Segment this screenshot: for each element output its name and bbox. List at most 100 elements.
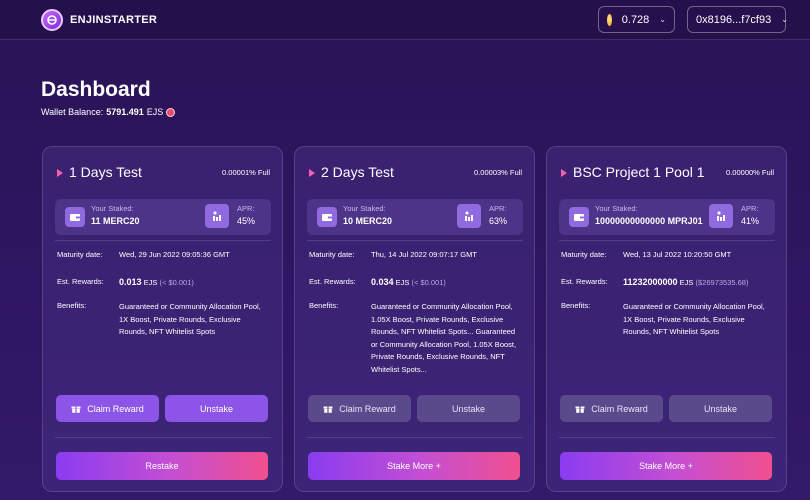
pool-card-header: 1 Days Test (57, 164, 142, 180)
rewards-row: Est. Rewards: 11232000000 EJS ($26973535… (561, 277, 748, 287)
pool-name: 1 Days Test (69, 164, 142, 180)
enjinstarter-logo-icon (41, 9, 63, 31)
benefits-row: Benefits: Guaranteed or Community Alloca… (561, 301, 773, 339)
apr-value: 41% (741, 216, 760, 226)
brand-logo[interactable]: ENJINSTARTER (41, 9, 157, 31)
divider (55, 240, 271, 241)
apr-value: 63% (489, 216, 508, 226)
divider (307, 240, 523, 241)
benefits-label: Benefits: (561, 301, 591, 310)
benefits-text: Guaranteed or Community Allocation Pool,… (119, 302, 261, 336)
stake-more-button[interactable]: Stake More + (308, 452, 520, 480)
rewards-label: Est. Rewards: (309, 277, 356, 286)
maturity-row: Maturity date: Thu, 14 Jul 2022 09:07:17… (309, 250, 477, 259)
page-title: Dashboard (41, 78, 151, 101)
benefits-row: Benefits: Guaranteed or Community Alloca… (309, 301, 521, 376)
pool-card: BSC Project 1 Pool 1 0.00000% Full Your … (546, 146, 787, 492)
staked-value: 11 MERC20 (91, 216, 140, 226)
gift-icon (323, 406, 333, 413)
wallet-icon (65, 207, 85, 227)
pool-card-header: 2 Days Test (309, 164, 394, 180)
triangle-marker-icon (57, 169, 63, 177)
rewards-value: 0.034 EJS (< $0.001) (371, 277, 446, 287)
pool-card-header: BSC Project 1 Pool 1 (561, 164, 705, 180)
staked-value: 10 MERC20 (343, 216, 393, 226)
rewards-label: Est. Rewards: (57, 277, 104, 286)
stake-more-button[interactable]: Stake More + (560, 452, 772, 480)
top-navbar: ENJINSTARTER 0.728 ⌄ 0x8196...f7cf93 ⌄ (0, 0, 810, 40)
staked-label: Your Staked: (595, 204, 638, 213)
wallet-icon (569, 207, 589, 227)
apr-chart-icon (205, 204, 229, 228)
benefits-label: Benefits: (57, 301, 87, 310)
apr-label: APR: (741, 204, 759, 213)
staked-label: Your Staked: (343, 204, 386, 213)
pool-fill-percent: 0.00003% Full (474, 168, 522, 177)
apr-chart-icon (709, 204, 733, 228)
wallet-address-value: 0x8196...f7cf93 (696, 13, 772, 26)
gift-icon (71, 406, 81, 413)
maturity-row: Maturity date: Wed, 13 Jul 2022 10:20:50… (561, 250, 731, 259)
restake-button[interactable]: Restake (56, 452, 268, 480)
divider (55, 437, 271, 438)
triangle-marker-icon (561, 169, 567, 177)
rewards-label: Est. Rewards: (561, 277, 608, 286)
gift-icon (575, 406, 585, 413)
rewards-row: Est. Rewards: 0.034 EJS (< $0.001) (309, 277, 446, 287)
maturity-value: Wed, 13 Jul 2022 10:20:50 GMT (623, 250, 732, 259)
benefits-text: Guaranteed or Community Allocation Pool,… (371, 302, 517, 374)
pool-name: 2 Days Test (321, 164, 394, 180)
claim-reward-button[interactable]: Claim Reward (560, 395, 663, 422)
brand-name: ENJINSTARTER (70, 14, 158, 26)
pool-fill-percent: 0.00001% Full (222, 168, 270, 177)
wallet-balance-value: 5791.491 (106, 107, 144, 117)
stake-info-box: Your Staked: 10000000000000 MPRJ01 APR: … (559, 199, 775, 235)
stake-info-box: Your Staked: 11 MERC20 APR: 45% (55, 199, 271, 235)
wallet-balance-unit: EJS (146, 107, 164, 117)
staked-value: 10000000000000 MPRJ01 (595, 216, 703, 226)
staked-label: Your Staked: (91, 204, 134, 213)
pool-fill-percent: 0.00000% Full (726, 168, 774, 177)
rewards-value: 11232000000 EJS ($26973535.68) (623, 277, 749, 287)
coin-icon (607, 13, 612, 26)
maturity-value: Wed, 29 Jun 2022 09:05:36 GMT (119, 250, 230, 259)
ejs-token-icon (166, 107, 176, 117)
benefits-text: Guaranteed or Community Allocation Pool,… (623, 302, 765, 336)
apr-chart-icon (457, 204, 481, 228)
maturity-label: Maturity date: (57, 250, 103, 259)
wallet-balance-label: Wallet Balance: (41, 107, 104, 117)
wallet-icon (317, 207, 337, 227)
rewards-value: 0.013 EJS (< $0.001) (119, 277, 194, 287)
unstake-button[interactable]: Unstake (165, 395, 268, 422)
maturity-label: Maturity date: (309, 250, 355, 259)
rewards-row: Est. Rewards: 0.013 EJS (< $0.001) (57, 277, 194, 287)
token-balance-value: 0.728 (621, 13, 650, 26)
stake-info-box: Your Staked: 10 MERC20 APR: 63% (307, 199, 523, 235)
claim-reward-label: Claim Reward (87, 403, 144, 414)
benefits-row: Benefits: Guaranteed or Community Alloca… (57, 301, 269, 339)
divider (307, 437, 523, 438)
divider (559, 437, 775, 438)
claim-reward-label: Claim Reward (591, 403, 648, 414)
chevron-down-icon: ⌄ (659, 15, 666, 24)
wallet-balance: Wallet Balance: 5791.491 EJS (41, 107, 176, 117)
apr-label: APR: (489, 204, 507, 213)
apr-value: 45% (237, 216, 256, 226)
divider (559, 240, 775, 241)
maturity-label: Maturity date: (561, 250, 607, 259)
wallet-address-dropdown[interactable]: 0x8196...f7cf93 ⌄ (687, 6, 788, 33)
pool-card: 2 Days Test 0.00003% Full Your Staked: 1… (294, 146, 535, 492)
claim-reward-label: Claim Reward (339, 403, 396, 414)
apr-label: APR: (237, 204, 255, 213)
maturity-value: Thu, 14 Jul 2022 09:07:17 GMT (371, 250, 477, 259)
triangle-marker-icon (309, 169, 315, 177)
chevron-down-icon: ⌄ (781, 15, 788, 24)
token-balance-dropdown[interactable]: 0.728 ⌄ (598, 6, 675, 33)
pool-name: BSC Project 1 Pool 1 (573, 164, 705, 180)
unstake-button[interactable]: Unstake (669, 395, 772, 422)
unstake-button[interactable]: Unstake (417, 395, 520, 422)
maturity-row: Maturity date: Wed, 29 Jun 2022 09:05:36… (57, 250, 230, 259)
claim-reward-button[interactable]: Claim Reward (308, 395, 411, 422)
claim-reward-button[interactable]: Claim Reward (56, 395, 159, 422)
pool-card: 1 Days Test 0.00001% Full Your Staked: 1… (42, 146, 283, 492)
